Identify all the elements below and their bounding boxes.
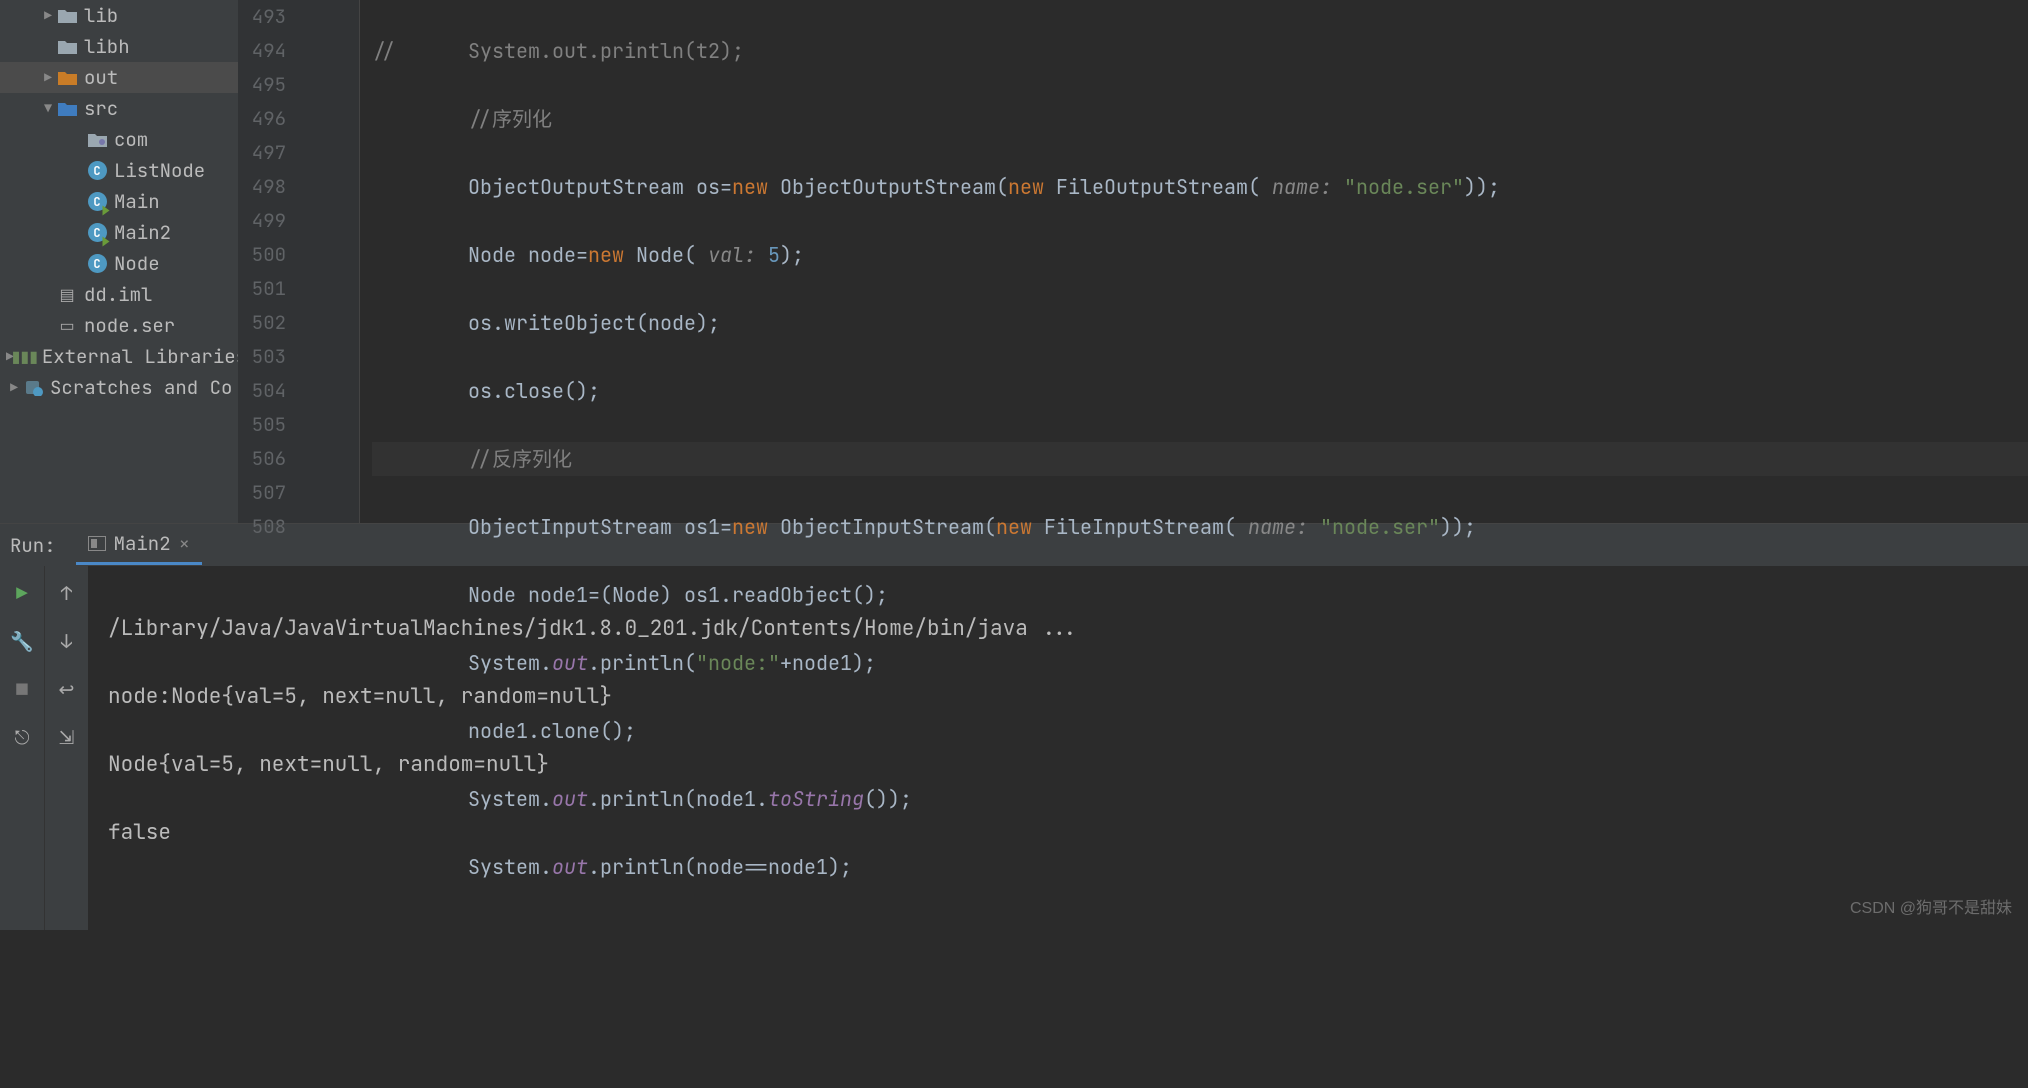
scratch-icon (22, 377, 44, 399)
tree-label: out (84, 65, 118, 90)
run-toolbar-nav: ↑ ↓ ↩ ⇲ (44, 566, 88, 930)
exit-icon[interactable]: ⎋ (9, 724, 35, 750)
folder-icon (56, 36, 78, 58)
tree-item-src[interactable]: ▼ src (0, 93, 238, 124)
tree-item-listnode[interactable]: C ListNode (0, 155, 238, 186)
line-gutter: 4934944954964974984995005015025035045055… (238, 0, 304, 523)
tree-label: node.ser (84, 313, 175, 338)
class-icon: C (86, 191, 108, 213)
code-editor[interactable]: 4934944954964974984995005015025035045055… (238, 0, 2028, 523)
tree-item-out[interactable]: ▶ out (0, 62, 238, 93)
tree-item-dd-iml[interactable]: ▤ dd.iml (0, 279, 238, 310)
run-title: Run: (10, 533, 56, 558)
wrench-icon[interactable]: 🔧 (9, 628, 35, 654)
tree-label: Node (114, 251, 160, 276)
folder-icon (56, 5, 78, 27)
soft-wrap-icon[interactable]: ↩ (54, 676, 80, 702)
up-icon[interactable]: ↑ (54, 580, 80, 606)
tree-item-scratches[interactable]: ▶ Scratches and Co (0, 372, 238, 403)
class-icon: C (86, 222, 108, 244)
chevron-down-icon: ▼ (40, 100, 56, 117)
tree-label: libh (84, 34, 130, 59)
project-tree: ▶ lib libh ▶ out ▼ src com C ListNode C (0, 0, 238, 523)
run-config-icon (88, 536, 106, 551)
tree-item-main2[interactable]: C Main2 (0, 217, 238, 248)
code-content[interactable]: // System.out.println(t2); //序列化 ObjectO… (360, 0, 2028, 523)
tree-item-main[interactable]: C Main (0, 186, 238, 217)
chevron-right-icon: ▶ (40, 69, 56, 86)
fold-column (304, 0, 360, 523)
watermark: CSDN @狗哥不是甜妹 (1850, 894, 2012, 918)
package-icon (86, 129, 108, 151)
close-icon[interactable]: × (179, 531, 190, 556)
run-tab[interactable]: Main2 × (76, 525, 202, 565)
tree-item-node[interactable]: C Node (0, 248, 238, 279)
chevron-right-icon: ▶ (40, 7, 56, 24)
chevron-right-icon: ▶ (6, 379, 22, 396)
down-icon[interactable]: ↓ (54, 628, 80, 654)
tree-item-libh[interactable]: libh (0, 31, 238, 62)
tree-label: External Libraries (42, 344, 238, 369)
tree-label: ListNode (114, 158, 205, 183)
run-toolbar-left: ▶ 🔧 ■ ⎋ (0, 566, 44, 930)
tree-item-external-libs[interactable]: ▶ ▮▮▮ External Libraries (0, 341, 238, 372)
tree-label: Main (114, 189, 160, 214)
rerun-icon[interactable]: ▶ (9, 580, 35, 606)
library-icon: ▮▮▮ (14, 346, 36, 368)
tree-item-com[interactable]: com (0, 124, 238, 155)
tree-item-node-ser[interactable]: ▭ node.ser (0, 310, 238, 341)
run-tab-label: Main2 (114, 531, 171, 556)
tree-item-lib[interactable]: ▶ lib (0, 0, 238, 31)
folder-icon (56, 67, 78, 89)
stop-icon[interactable]: ■ (9, 676, 35, 702)
file-icon: ▤ (56, 284, 78, 306)
tree-label: Scratches and Co (50, 375, 232, 400)
file-icon: ▭ (56, 315, 78, 337)
tree-label: Main2 (114, 220, 171, 245)
class-icon: C (86, 253, 108, 275)
class-icon: C (86, 160, 108, 182)
tree-label: src (84, 96, 118, 121)
tree-label: lib (84, 3, 118, 28)
scroll-icon[interactable]: ⇲ (54, 724, 80, 750)
tree-label: dd.iml (84, 282, 152, 307)
folder-icon (56, 98, 78, 120)
tree-label: com (114, 127, 148, 152)
